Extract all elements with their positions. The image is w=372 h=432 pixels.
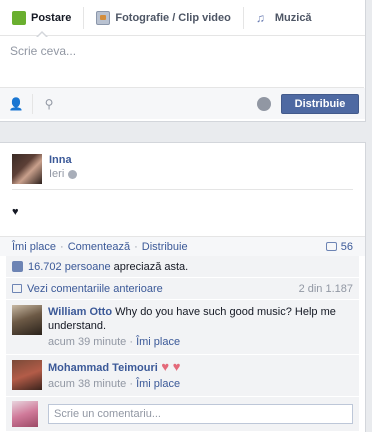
tab-post-label: Postare bbox=[31, 11, 72, 24]
comment-time[interactable]: acum 38 minute bbox=[48, 378, 126, 390]
post-header: Inna Ieri bbox=[0, 143, 365, 189]
comment-count-value: 56 bbox=[340, 240, 353, 253]
comment-time[interactable]: acum 39 minute bbox=[48, 336, 126, 348]
comment-bubble-icon bbox=[12, 284, 22, 293]
comment-bubble-icon bbox=[325, 242, 337, 251]
composer-toolbar: 👤 ⚲ Distribuie bbox=[0, 88, 365, 119]
current-user-avatar bbox=[12, 401, 38, 427]
separator-dot: · bbox=[134, 240, 138, 253]
location-pin-icon[interactable]: ⚲ bbox=[39, 94, 59, 114]
feed-post: Inna Ieri ♥ Îmi place · Comentează · Dis… bbox=[0, 142, 366, 432]
toolbar-divider bbox=[32, 93, 33, 114]
comment-like-link[interactable]: Îmi place bbox=[136, 336, 180, 348]
composer-tabs: Postare Fotografie / Clip video ♫ Muzică bbox=[0, 0, 365, 38]
tab-music[interactable]: ♫ Muzică bbox=[244, 0, 324, 36]
comment-item: William Otto Why do you have such good m… bbox=[6, 300, 359, 355]
thumbs-up-icon bbox=[12, 261, 23, 272]
music-icon: ♫ bbox=[255, 10, 265, 25]
like-link[interactable]: Îmi place bbox=[12, 241, 56, 253]
post-timestamp: Ieri bbox=[49, 168, 78, 180]
post-actions: Îmi place · Comentează · Distribuie 56 bbox=[0, 236, 365, 256]
comment-count[interactable]: 56 bbox=[325, 240, 353, 253]
photo-icon bbox=[96, 10, 111, 25]
commenter-name[interactable]: Mohammad Teimouri bbox=[48, 362, 158, 374]
commenter-name[interactable]: William Otto bbox=[48, 306, 112, 318]
tab-photo-video[interactable]: Fotografie / Clip video bbox=[84, 0, 243, 36]
author-avatar[interactable] bbox=[12, 154, 42, 184]
comment-like-link[interactable]: Îmi place bbox=[136, 378, 180, 390]
likes-count-link[interactable]: 16.702 persoane bbox=[28, 261, 111, 273]
tab-post[interactable]: Postare bbox=[0, 0, 83, 38]
tag-friends-icon[interactable]: 👤 bbox=[6, 94, 26, 114]
tab-music-label: Muzică bbox=[274, 11, 312, 24]
post-time-text[interactable]: Ieri bbox=[49, 168, 64, 180]
share-button[interactable]: Distribuie bbox=[281, 93, 359, 114]
commenter-avatar[interactable] bbox=[12, 360, 42, 390]
author-name[interactable]: Inna bbox=[49, 154, 77, 166]
view-previous-row: Vezi comentariile anterioare 2 din 1.187 bbox=[6, 278, 359, 300]
commenter-avatar[interactable] bbox=[12, 305, 42, 335]
comment-link[interactable]: Comentează bbox=[68, 241, 130, 253]
reply-row: Scrie un comentariu... bbox=[6, 397, 359, 431]
comment-text: ♥ ♥ bbox=[157, 359, 181, 374]
share-link[interactable]: Distribuie bbox=[142, 241, 188, 253]
public-globe-icon bbox=[68, 169, 78, 179]
comment-item: Mohammad Teimouri ♥ ♥ acum 38 minute · Î… bbox=[6, 355, 359, 397]
status-composer: Postare Fotografie / Clip video ♫ Muzică… bbox=[0, 0, 366, 122]
likes-suffix: apreciază asta. bbox=[110, 260, 189, 273]
comment-input[interactable]: Scrie un comentariu... bbox=[48, 404, 353, 424]
likes-summary: 16.702 persoane apreciază asta. bbox=[6, 256, 359, 278]
status-icon bbox=[12, 10, 26, 25]
view-previous-comments-link[interactable]: Vezi comentariile anterioare bbox=[27, 283, 163, 295]
post-content: ♥ bbox=[12, 206, 19, 218]
tab-photo-video-label: Fotografie / Clip video bbox=[115, 11, 231, 24]
feedback-section: 16.702 persoane apreciază asta. Vezi com… bbox=[6, 256, 359, 431]
separator-dot: · bbox=[60, 240, 64, 253]
comments-range: 2 din 1.187 bbox=[298, 282, 353, 295]
status-input[interactable]: Scrie ceva... bbox=[0, 36, 364, 88]
audience-globe-icon[interactable] bbox=[257, 96, 271, 111]
